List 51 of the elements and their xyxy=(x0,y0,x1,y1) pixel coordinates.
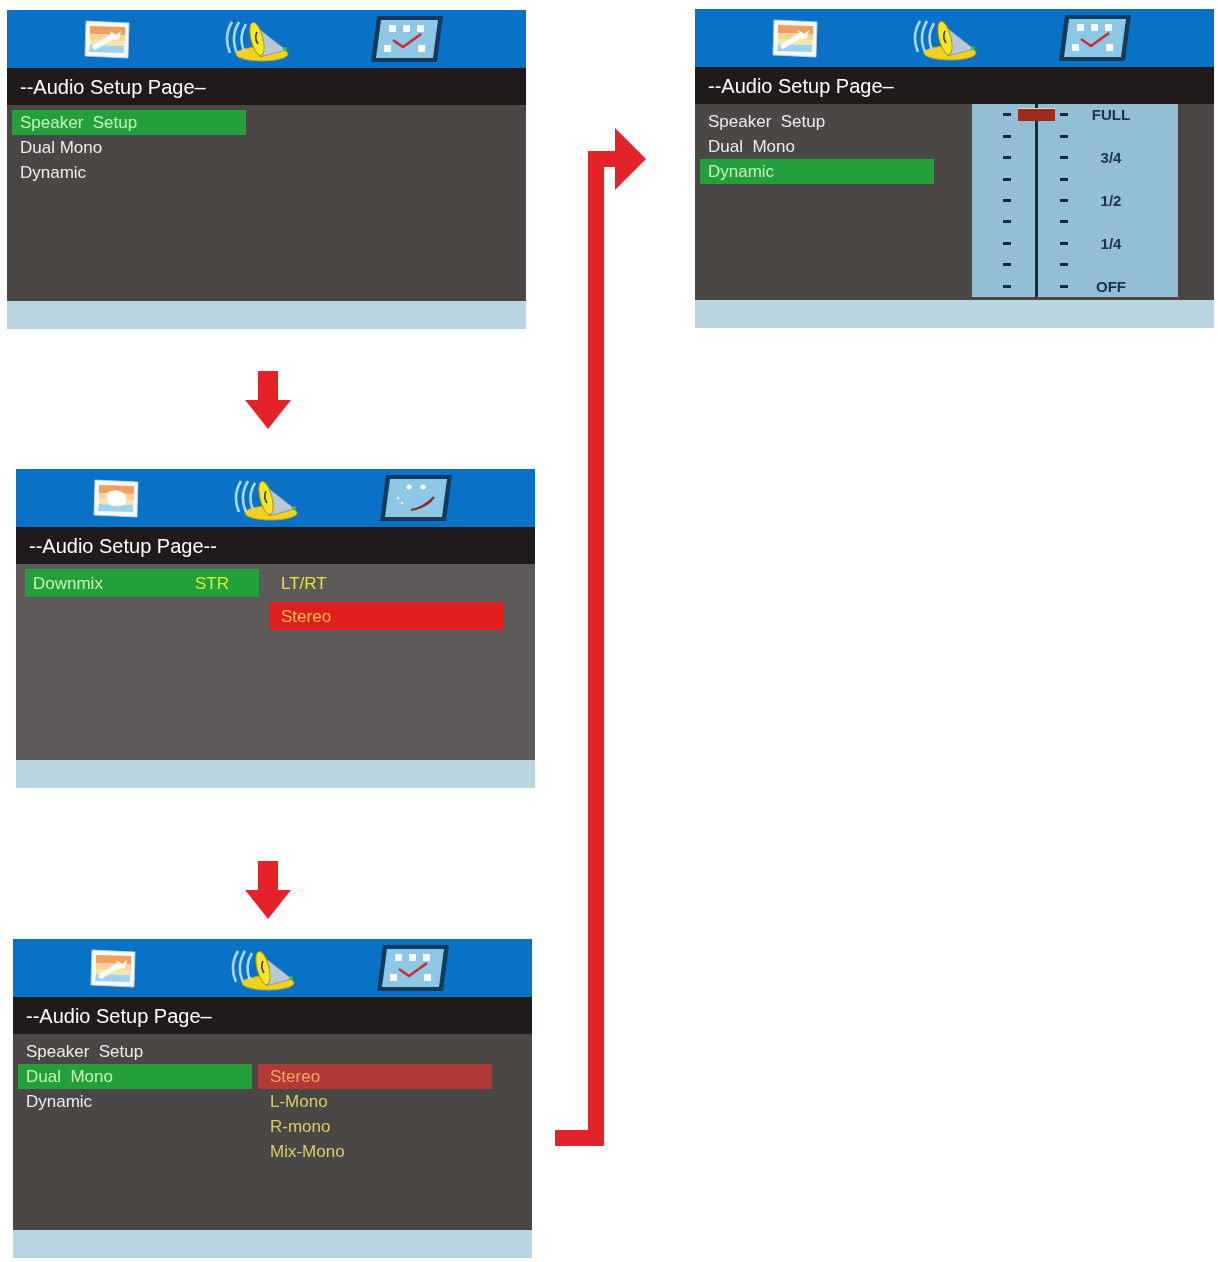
tick-mark xyxy=(1003,113,1011,117)
option-item[interactable]: L-Mono xyxy=(258,1089,492,1114)
face-screen-icon[interactable] xyxy=(378,473,454,523)
tick-mark xyxy=(1003,220,1011,224)
tick-mark xyxy=(1060,241,1068,245)
option-item[interactable]: R-mono xyxy=(258,1114,492,1139)
picture-icon[interactable] xyxy=(92,478,140,518)
slider-thumb[interactable] xyxy=(1018,108,1055,122)
menu-item[interactable]: Speaker Setup xyxy=(18,1039,252,1064)
level-label: 1/4 xyxy=(1100,235,1122,251)
down-arrow xyxy=(245,371,291,429)
tick-mark xyxy=(1060,156,1068,160)
picture-icon[interactable] xyxy=(89,948,137,988)
option-item[interactable]: Stereo xyxy=(258,1064,492,1089)
menu-item[interactable]: Dynamic xyxy=(12,160,246,185)
down-arrow xyxy=(245,861,291,919)
tick-mark xyxy=(1003,263,1011,267)
level-label: OFF xyxy=(1096,278,1126,294)
option-item[interactable]: Mix-Mono xyxy=(258,1139,492,1164)
tick-mark xyxy=(1060,177,1068,181)
picture-icon[interactable] xyxy=(771,18,819,58)
tick-mark xyxy=(1003,241,1011,245)
level-label: 3/4 xyxy=(1100,150,1122,166)
menu-item[interactable]: Dual Mono xyxy=(700,134,934,159)
level-label: FULL xyxy=(1091,107,1131,123)
tick-mark xyxy=(1003,177,1011,181)
tick-mark xyxy=(1060,134,1068,138)
picture-icon[interactable] xyxy=(83,19,131,59)
tick-mark xyxy=(1060,198,1068,202)
setting-value: STR xyxy=(195,574,230,592)
page-title: --Audio Setup Page– xyxy=(708,75,894,96)
tick-mark xyxy=(1003,134,1011,138)
menu-item[interactable]: Speaker Setup xyxy=(700,109,934,134)
tick-mark xyxy=(1003,156,1011,160)
tick-mark xyxy=(1060,284,1068,288)
checkmark-screen-icon[interactable] xyxy=(369,14,445,64)
tick-mark xyxy=(1003,284,1011,288)
page-title: --Audio Setup Page– xyxy=(26,1005,212,1026)
checkmark-screen-icon[interactable] xyxy=(375,943,451,993)
level-label: 1/2 xyxy=(1100,192,1122,208)
tick-mark xyxy=(1060,263,1068,267)
option-item[interactable]: Stereo xyxy=(269,602,503,630)
tick-mark xyxy=(1003,198,1011,202)
checkmark-screen-icon[interactable] xyxy=(1057,13,1133,63)
menu-item[interactable]: Dual Mono xyxy=(12,135,246,160)
page-title: --Audio Setup Page– xyxy=(20,76,206,97)
option-item[interactable]: LT/RT xyxy=(269,569,503,597)
page-title: --Audio Setup Page-- xyxy=(29,535,217,556)
menu-item[interactable]: Dynamic xyxy=(18,1089,252,1114)
tick-mark xyxy=(1060,113,1068,117)
tick-mark xyxy=(1060,220,1068,224)
